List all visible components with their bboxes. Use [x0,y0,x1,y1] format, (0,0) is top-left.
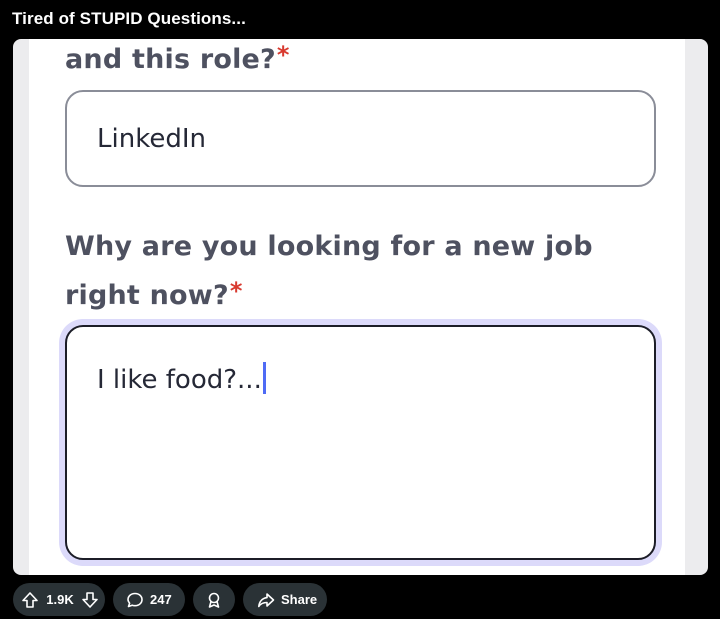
share-button[interactable]: Share [243,583,327,616]
upvote-icon[interactable] [21,591,39,609]
question-source-text: and this role? [65,44,276,75]
source-input-value: LinkedIn [97,124,206,154]
downvote-icon[interactable] [81,591,99,609]
post-title[interactable]: Tired of STUPID Questions... [12,9,246,29]
application-form: and this role?* LinkedIn Why are you loo… [29,39,685,575]
post-image[interactable]: and this role?* LinkedIn Why are you loo… [13,39,708,575]
source-input[interactable]: LinkedIn [65,90,656,187]
question-source-label: and this role?* [65,39,290,82]
share-icon [257,591,275,609]
award-icon [205,591,223,609]
text-caret [262,362,266,394]
comment-count: 247 [150,592,172,607]
award-button[interactable] [193,583,235,616]
post-action-bar: 1.9K 247 Share [13,583,327,616]
required-asterisk: * [276,41,290,69]
share-label: Share [281,592,318,607]
reason-textarea[interactable]: I like food?... [65,325,656,560]
comments-button[interactable]: 247 [113,583,185,616]
question-reason-label: Why are you looking for a new job right … [65,225,665,318]
required-asterisk: * [229,277,243,305]
comment-icon [126,591,144,609]
question-reason-text: Why are you looking for a new job right … [65,231,593,311]
vote-group: 1.9K [13,583,105,616]
upvote-count: 1.9K [46,592,74,607]
reason-textarea-value: I like food?... [97,365,262,395]
